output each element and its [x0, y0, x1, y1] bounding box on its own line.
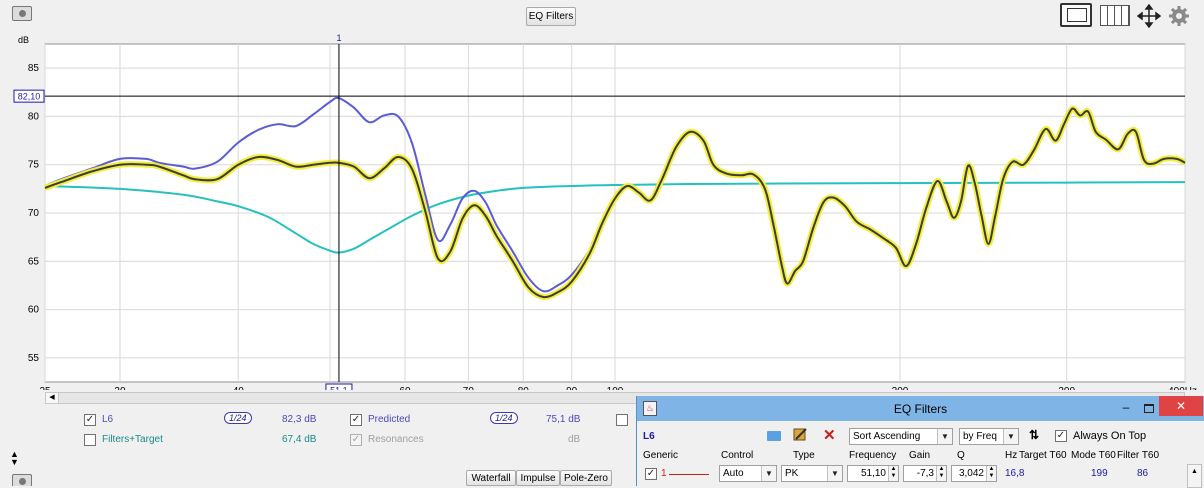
filter-frequency-input[interactable]: 51,10 ▲ ▼: [847, 465, 899, 482]
filters-target-checkbox[interactable]: [84, 434, 96, 446]
header-control: Control: [721, 450, 754, 461]
predicted-label: Predicted: [368, 414, 411, 425]
folder-icon[interactable]: [767, 431, 781, 441]
header-q: Q: [957, 450, 965, 461]
x-tick-label: 200: [892, 386, 909, 390]
resonances-label: Resonances: [368, 434, 424, 445]
resonances-value: dB: [568, 434, 581, 445]
tab-impulse[interactable]: Impulse: [516, 470, 560, 486]
l6-value: 82,3 dB: [282, 414, 317, 425]
chevron-down-icon: ▼: [1003, 429, 1018, 444]
frequency-response-graph[interactable]: dB 1 82,10 51,1 55 60 65 70 75 80 85 25 30 40 60 70 80…: [0, 30, 1204, 390]
eq-filters-button[interactable]: EQ Filters: [526, 7, 576, 26]
header-type: Type: [793, 450, 815, 461]
tab-pole-zero[interactable]: Pole-Zero: [560, 470, 612, 486]
y-tick-label: 55: [28, 353, 40, 364]
sort-arrows-icon[interactable]: ⇅: [1029, 428, 1039, 442]
eq-window-titlebar[interactable]: ♨ EQ Filters – ✕: [637, 396, 1204, 421]
y-axis-label: dB: [18, 35, 29, 45]
cursor-value-text: 82,10: [18, 92, 41, 102]
x-tick-label: 25: [39, 386, 51, 390]
camera-icon[interactable]: [12, 6, 32, 21]
filter-type-select[interactable]: PK ▼: [781, 465, 843, 482]
y-tick-label: 80: [28, 111, 40, 122]
cursor-number-label: 1: [336, 33, 341, 43]
chevron-down-icon: ▼: [937, 429, 952, 444]
resonances-checkbox[interactable]: ✓: [350, 434, 362, 446]
filter-gain-input[interactable]: -7,3 ▲ ▼: [903, 465, 947, 482]
filter-q-input[interactable]: 3,042 ▲ ▼: [951, 465, 997, 482]
overlay-layout-icon[interactable]: [1060, 3, 1092, 27]
column-layout-icon[interactable]: [1100, 5, 1130, 26]
filter-hz-value: 16,8: [1005, 468, 1025, 479]
chevron-down-icon: ▼: [827, 466, 842, 481]
x-tick-label: 80: [518, 386, 530, 390]
x-tick-label: 90: [566, 386, 578, 390]
maximize-button[interactable]: [1137, 399, 1159, 417]
move-arrows-icon[interactable]: [1136, 3, 1162, 29]
header-generic: Generic: [643, 450, 679, 461]
eq-measurement-name: L6: [643, 431, 655, 442]
x-tick-label: 70: [463, 386, 475, 390]
spinner-icon[interactable]: ▲ ▼: [936, 466, 946, 481]
spinner-icon[interactable]: ▲ ▼: [986, 466, 996, 481]
predicted-value: 75,1 dB: [546, 414, 581, 425]
x-tick-label: 300: [1058, 386, 1075, 390]
filter-mode-t60-value: 199: [1091, 468, 1108, 479]
close-button[interactable]: ✕: [1159, 396, 1203, 416]
y-tick-label: 85: [28, 63, 40, 74]
y-tick-label: 65: [28, 256, 40, 267]
filter-control-select[interactable]: Auto ▼: [719, 465, 777, 482]
extra-checkbox[interactable]: [616, 414, 628, 426]
l6-label: L6: [102, 414, 114, 425]
eq-filters-window: ♨ EQ Filters – ✕ L6 ✕ Sort Ascending ▼ b…: [636, 396, 1204, 488]
header-mode-t60: Mode T60: [1071, 450, 1116, 461]
filters-target-value: 67,4 dB: [282, 434, 317, 445]
filter-list-scrollbar[interactable]: ▲: [1187, 464, 1202, 488]
tab-waterfall[interactable]: Waterfall: [466, 470, 516, 486]
filter-filter-t60-value: 86: [1137, 468, 1149, 479]
sort-order-select[interactable]: Sort Ascending ▼: [849, 428, 953, 445]
x-tick-label: 400Hz: [1168, 386, 1197, 390]
header-frequency: Frequency: [849, 450, 897, 461]
gear-icon[interactable]: [1168, 5, 1190, 27]
minimize-button[interactable]: –: [1115, 399, 1137, 417]
chevron-down-icon: ▼: [761, 466, 776, 481]
l6-smoothing-badge[interactable]: 1/24: [224, 412, 252, 424]
predicted-checkbox[interactable]: ✓: [350, 414, 362, 426]
delete-icon[interactable]: ✕: [823, 426, 836, 444]
x-tick-label: 60: [399, 386, 411, 390]
y-tick-label: 70: [28, 208, 40, 219]
predicted-smoothing-badge[interactable]: 1/24: [490, 412, 518, 424]
legend-panel: ✓ L6 1/24 82,3 dB ✓ Predicted 1/24 75,1 …: [76, 410, 632, 450]
filter-color-line: [669, 474, 709, 475]
header-hz: Hz: [1005, 450, 1018, 461]
cursor-freq-text: 51,1: [330, 386, 348, 391]
filters-target-label: Filters+Target: [102, 434, 163, 445]
header-filter-t60: Filter T60: [1117, 450, 1160, 461]
header-target-t60: Target T60: [1019, 450, 1067, 461]
l6-checkbox[interactable]: ✓: [84, 414, 96, 426]
filter-enabled-checkbox[interactable]: ✓: [645, 468, 657, 480]
always-on-top-label: Always On Top: [1073, 430, 1147, 442]
x-tick-label: 30: [114, 386, 126, 390]
x-tick-label: 100: [607, 386, 624, 390]
l6-swatch: [96, 419, 98, 420]
x-tick-label: 40: [233, 386, 245, 390]
panel-collapse-icon[interactable]: ▲ ▼: [10, 450, 19, 467]
always-on-top-checkbox[interactable]: ✓: [1055, 430, 1067, 442]
sort-by-select[interactable]: by Freq ▼: [959, 428, 1019, 445]
y-tick-label: 60: [28, 305, 40, 316]
edit-filters-icon[interactable]: [793, 427, 808, 442]
filter-number: 1: [661, 468, 667, 479]
scroll-left-arrow-icon[interactable]: ◀: [46, 393, 59, 403]
camera-icon-bottom[interactable]: [12, 474, 32, 486]
header-gain: Gain: [909, 450, 931, 461]
spinner-icon[interactable]: ▲ ▼: [888, 466, 898, 481]
y-tick-label: 75: [28, 160, 40, 171]
